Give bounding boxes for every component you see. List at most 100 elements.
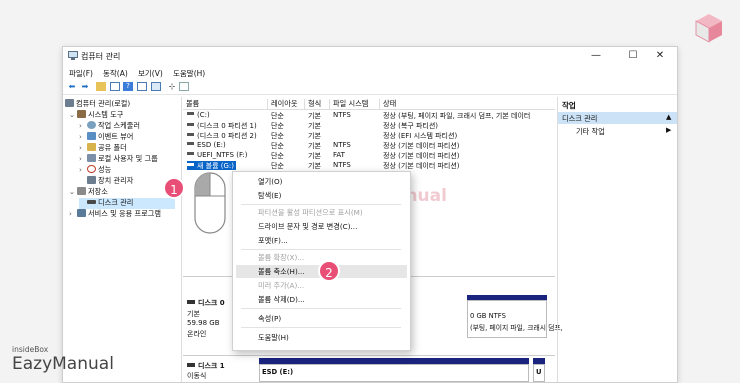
tree-item-device-manager[interactable]: 장치 관리자 — [79, 176, 133, 187]
tree-item-shared-folders[interactable]: › 공유 폴더 — [79, 143, 127, 154]
tree-item-disk-management[interactable]: 디스크 관리 — [79, 198, 175, 209]
menu-item-extend-volume[interactable]: 볼륨 확장(X)... — [258, 253, 304, 263]
performance-icon — [87, 165, 96, 173]
view-icon[interactable] — [137, 82, 147, 91]
menu-item-change-drive-letter[interactable]: 드라이브 문자 및 경로 변경(C)... — [258, 222, 357, 232]
column-header-type[interactable]: 형식 — [305, 99, 330, 110]
chevron-right-icon[interactable]: › — [79, 154, 87, 163]
tree-item-local-users[interactable]: › 로컬 사용자 및 그룹 — [79, 154, 158, 165]
computer-icon — [68, 51, 78, 60]
storage-icon — [77, 187, 86, 195]
brand-small-text: insideBox — [12, 345, 49, 354]
chevron-down-icon[interactable]: ⌄ — [69, 110, 77, 119]
tree-item-event-viewer[interactable]: › 이벤트 뷰어 — [79, 132, 133, 143]
chevron-right-icon[interactable]: › — [69, 209, 77, 218]
help-icon[interactable]: ? — [123, 82, 133, 91]
menu-item-shrink-volume[interactable]: 볼륨 축소(H)... — [258, 267, 305, 277]
zoom-icon[interactable]: ⊹ — [167, 82, 177, 91]
column-header-volume[interactable]: 볼륨 — [183, 99, 268, 110]
disk-icon — [187, 363, 195, 367]
menu-item-add-mirror[interactable]: 미러 추가(A)... — [258, 281, 304, 291]
services-icon — [77, 209, 86, 217]
volume-icon — [187, 133, 194, 136]
device-manager-icon — [87, 176, 96, 184]
menu-separator — [241, 204, 401, 205]
actions-pane: 작업 디스크 관리 ▲ 기타 작업 ▶ — [557, 97, 677, 382]
logo-cube-icon — [695, 14, 722, 43]
tree-item-computer-management[interactable]: 컴퓨터 관리(로컬) — [65, 99, 130, 110]
navigation-tree: 컴퓨터 관리(로컬) ⌄ 시스템 도구 › 작업 스케줄러 › 이벤트 뷰어 › 공유 … — [63, 97, 182, 382]
folder-icon[interactable] — [96, 82, 106, 91]
shared-folder-icon — [87, 143, 96, 151]
table-row-selected[interactable]: 새 볼륨 (G:) 단순 기본 NTFS 정상 (기본 데이터 파티션) — [187, 161, 555, 170]
disk-icon — [87, 200, 96, 204]
chevron-right-icon[interactable]: › — [79, 143, 87, 152]
column-header-filesystem[interactable]: 파일 시스템 — [330, 99, 380, 110]
mouse-icon — [194, 172, 226, 234]
volume-icon — [187, 163, 194, 166]
panel-icon[interactable] — [151, 82, 161, 91]
chevron-right-icon[interactable]: › — [79, 121, 87, 130]
back-arrow-icon[interactable]: ⬅ — [67, 82, 77, 91]
partition-c[interactable]: 0 GB NTFS (부팅, 페이지 파일, 크래시 덤프, — [467, 300, 563, 338]
partition-esd[interactable]: ESD (E:) — [259, 364, 529, 382]
disk0-kind: 기본 — [187, 310, 200, 318]
computer-management-window: 컴퓨터 관리 — ☐ ✕ 파일(F) 동작(A) 보기(V) 도움말(H) ⬅ … — [62, 46, 678, 383]
disk1-label: 디스크 1 — [187, 361, 225, 371]
menu-item-delete-volume[interactable]: 볼륨 삭제(D)... — [258, 295, 305, 305]
minimize-button[interactable]: — — [583, 49, 609, 63]
menu-item-format[interactable]: 포맷(F)... — [258, 236, 288, 246]
menu-view[interactable]: 보기(V) — [138, 68, 163, 79]
tree-item-storage[interactable]: ⌄ 저장소 — [69, 187, 108, 198]
partition-uefi[interactable]: U — [533, 364, 545, 382]
brand-logo-text: EazyManual — [12, 354, 114, 374]
step-badge-2: 2 — [318, 260, 340, 282]
actions-section-disk-management[interactable]: 디스크 관리 ▲ — [558, 112, 677, 124]
properties-icon[interactable] — [179, 82, 189, 91]
context-menu: 열기(O) 탐색(E) 파티션을 활성 파티션으로 표시(M) 드라이브 문자 … — [232, 171, 411, 351]
volume-icon — [187, 152, 194, 155]
tree-item-task-scheduler[interactable]: › 작업 스케줄러 — [79, 121, 140, 132]
menu-action[interactable]: 동작(A) — [103, 68, 128, 79]
menu-item-help[interactable]: 도움말(H) — [258, 333, 289, 343]
expand-arrow-icon[interactable]: ▶ — [666, 126, 671, 134]
column-header-layout[interactable]: 레이아웃 — [268, 99, 305, 110]
menu-item-open[interactable]: 열기(O) — [258, 177, 283, 187]
menu-file[interactable]: 파일(F) — [69, 68, 93, 79]
tree-item-system-tools[interactable]: ⌄ 시스템 도구 — [69, 110, 123, 121]
volume-icon — [187, 123, 194, 126]
actions-more[interactable]: 기타 작업 ▶ — [558, 125, 677, 137]
disk-icon — [187, 300, 195, 304]
menu-item-properties[interactable]: 속성(P) — [258, 314, 281, 324]
window-title: 컴퓨터 관리 — [81, 52, 121, 61]
chevron-down-icon[interactable]: ⌄ — [69, 187, 77, 196]
disk0-state: 온라인 — [187, 330, 207, 338]
clock-icon — [87, 121, 96, 129]
list-icon[interactable] — [110, 82, 120, 91]
menu-help[interactable]: 도움말(H) — [173, 68, 205, 79]
menu-separator — [241, 327, 401, 328]
disk0-size: 59.98 GB — [187, 319, 220, 327]
maximize-button[interactable]: ☐ — [620, 49, 646, 63]
tools-icon — [77, 110, 86, 118]
disk1-kind: 이동식 — [187, 372, 207, 380]
tree-item-performance[interactable]: › 성능 — [79, 165, 111, 176]
menu-separator — [241, 249, 401, 250]
toolbar: ⬅ ➡ ? ⊹ — [63, 80, 677, 95]
tree-item-services-apps[interactable]: › 서비스 및 응용 프로그램 — [69, 209, 161, 220]
menu-item-explore[interactable]: 탐색(E) — [258, 191, 281, 201]
divider — [183, 355, 555, 356]
forward-arrow-icon[interactable]: ➡ — [80, 82, 90, 91]
menu-item-mark-active[interactable]: 파티션을 활성 파티션으로 표시(M) — [258, 208, 363, 218]
step-badge-1: 1 — [163, 177, 185, 199]
chevron-right-icon[interactable]: › — [79, 165, 87, 174]
volume-icon — [187, 112, 194, 115]
volume-icon — [187, 142, 194, 145]
actions-title: 작업 — [562, 101, 576, 110]
column-header-status[interactable]: 상태 — [380, 99, 555, 110]
computer-icon — [65, 99, 74, 107]
chevron-right-icon[interactable]: › — [79, 132, 87, 141]
close-button[interactable]: ✕ — [647, 49, 673, 63]
collapse-arrow-icon[interactable]: ▲ — [666, 113, 671, 121]
title-bar: 컴퓨터 관리 — ☐ ✕ — [63, 47, 677, 65]
